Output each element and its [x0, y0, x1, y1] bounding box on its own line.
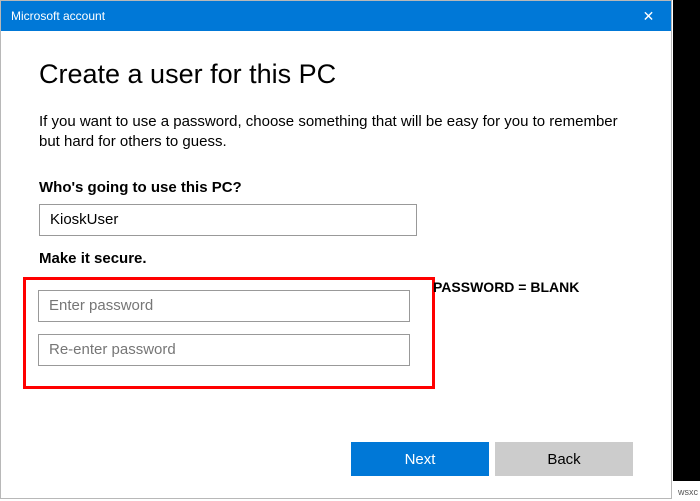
secure-label: Make it secure. [39, 250, 633, 267]
close-icon: ✕ [643, 8, 655, 25]
page-description: If you want to use a password, choose so… [39, 112, 633, 153]
username-label: Who's going to use this PC? [39, 179, 633, 196]
username-input[interactable] [39, 204, 417, 236]
reenter-password-input[interactable] [38, 334, 410, 366]
close-button[interactable]: ✕ [626, 1, 671, 31]
button-row: Next Back [351, 442, 633, 476]
dialog-window: Microsoft account ✕ Create a user for th… [0, 0, 672, 499]
username-section: Who's going to use this PC? [39, 179, 633, 236]
window-title: Microsoft account [11, 9, 105, 23]
page-heading: Create a user for this PC [39, 59, 633, 90]
annotation-highlight-box [23, 277, 435, 389]
back-button[interactable]: Back [495, 442, 633, 476]
password-input[interactable] [38, 290, 410, 322]
next-button[interactable]: Next [351, 442, 489, 476]
titlebar: Microsoft account ✕ [1, 1, 671, 31]
content-area: Create a user for this PC If you want to… [1, 31, 671, 389]
annotation-text: PASSWORD = BLANK [433, 279, 579, 295]
crop-border [673, 0, 700, 481]
watermark: wsxc [678, 487, 698, 497]
